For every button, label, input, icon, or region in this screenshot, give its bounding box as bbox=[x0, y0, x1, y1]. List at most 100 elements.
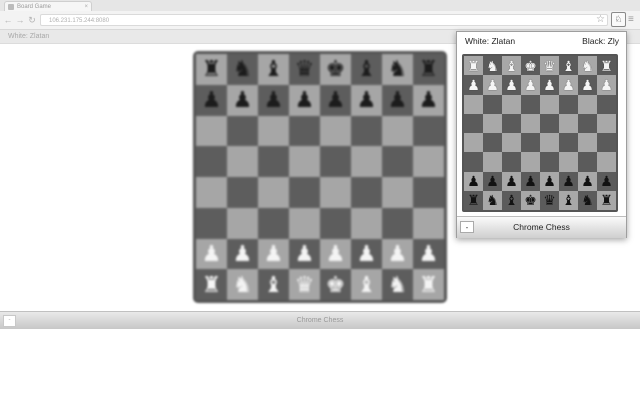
popup-board-square[interactable] bbox=[521, 152, 540, 172]
popup-board-square[interactable] bbox=[521, 113, 540, 133]
background-board-square[interactable] bbox=[196, 207, 227, 239]
background-board-square[interactable] bbox=[382, 177, 413, 208]
popup-board-square[interactable]: ♟ bbox=[521, 171, 540, 191]
background-board-square[interactable] bbox=[382, 115, 413, 147]
page-minimize-button[interactable]: - bbox=[3, 315, 16, 327]
popup-board-square[interactable] bbox=[540, 113, 559, 133]
background-board-square[interactable] bbox=[320, 146, 351, 177]
background-board-square[interactable]: ♟ bbox=[258, 238, 289, 270]
popup-board-square[interactable] bbox=[540, 152, 559, 172]
back-icon[interactable]: ← bbox=[3, 14, 13, 26]
browser-menu-icon[interactable]: ≡ bbox=[628, 14, 634, 26]
background-board-square[interactable] bbox=[351, 207, 382, 239]
popup-board-square[interactable]: ♟ bbox=[502, 75, 521, 95]
popup-board-square[interactable]: ♟ bbox=[521, 75, 540, 95]
popup-board-square[interactable] bbox=[464, 113, 483, 133]
popup-board-square[interactable] bbox=[483, 113, 502, 133]
popup-board-square[interactable] bbox=[597, 113, 616, 133]
popup-board-square[interactable] bbox=[483, 133, 502, 153]
background-board-square[interactable] bbox=[351, 177, 382, 208]
popup-board-square[interactable]: ♝ bbox=[502, 190, 521, 210]
popup-board-square[interactable]: ♟ bbox=[502, 171, 521, 191]
popup-board-square[interactable] bbox=[483, 94, 502, 114]
background-board-square[interactable]: ♛ bbox=[289, 54, 320, 85]
popup-board-square[interactable]: ♜ bbox=[464, 190, 483, 210]
background-board-square[interactable] bbox=[382, 146, 413, 177]
popup-board-square[interactable] bbox=[578, 152, 597, 172]
background-board-square[interactable] bbox=[351, 115, 382, 147]
background-board-square[interactable]: ♞ bbox=[227, 54, 258, 85]
background-board-square[interactable]: ♜ bbox=[413, 269, 444, 300]
background-board-square[interactable]: ♝ bbox=[258, 54, 289, 85]
background-board-square[interactable]: ♟ bbox=[382, 238, 413, 270]
background-board-square[interactable] bbox=[320, 207, 351, 239]
background-board-square[interactable]: ♟ bbox=[289, 84, 320, 116]
popup-board-square[interactable] bbox=[597, 94, 616, 114]
popup-board-square[interactable] bbox=[521, 133, 540, 153]
background-board-square[interactable] bbox=[351, 146, 382, 177]
background-board-square[interactable]: ♝ bbox=[258, 269, 289, 300]
popup-board-square[interactable]: ♟ bbox=[597, 75, 616, 95]
background-board-square[interactable]: ♝ bbox=[351, 54, 382, 85]
popup-board-square[interactable] bbox=[559, 152, 578, 172]
popup-board-square[interactable]: ♟ bbox=[578, 171, 597, 191]
popup-board-square[interactable] bbox=[597, 133, 616, 153]
background-board-square[interactable]: ♚ bbox=[320, 54, 351, 85]
background-board-square[interactable] bbox=[289, 177, 320, 208]
forward-icon[interactable]: → bbox=[15, 14, 25, 26]
popup-board-square[interactable] bbox=[502, 113, 521, 133]
background-board-square[interactable]: ♟ bbox=[413, 238, 444, 270]
popup-board-square[interactable]: ♞ bbox=[483, 56, 502, 76]
background-board-square[interactable]: ♝ bbox=[351, 269, 382, 300]
background-board-square[interactable] bbox=[196, 146, 227, 177]
background-board-square[interactable] bbox=[258, 146, 289, 177]
popup-board-square[interactable]: ♝ bbox=[559, 190, 578, 210]
background-board-square[interactable] bbox=[289, 115, 320, 147]
background-board-square[interactable]: ♜ bbox=[413, 54, 444, 85]
background-board-square[interactable]: ♚ bbox=[320, 269, 351, 300]
background-board-square[interactable]: ♟ bbox=[196, 238, 227, 270]
background-board-square[interactable] bbox=[258, 207, 289, 239]
popup-board-square[interactable]: ♟ bbox=[464, 75, 483, 95]
background-board-square[interactable] bbox=[258, 115, 289, 147]
background-board-square[interactable] bbox=[227, 177, 258, 208]
background-board-square[interactable] bbox=[227, 115, 258, 147]
background-board-square[interactable] bbox=[196, 177, 227, 208]
background-board-square[interactable]: ♟ bbox=[258, 84, 289, 116]
background-board-square[interactable]: ♟ bbox=[351, 238, 382, 270]
popup-board-square[interactable]: ♟ bbox=[597, 171, 616, 191]
popup-board-square[interactable]: ♜ bbox=[597, 190, 616, 210]
popup-board-square[interactable] bbox=[597, 152, 616, 172]
background-board-square[interactable]: ♟ bbox=[413, 84, 444, 116]
background-board-square[interactable] bbox=[289, 207, 320, 239]
popup-board-square[interactable] bbox=[521, 94, 540, 114]
popup-board-square[interactable]: ♟ bbox=[483, 171, 502, 191]
background-board-square[interactable] bbox=[413, 177, 444, 208]
background-board-square[interactable]: ♟ bbox=[227, 238, 258, 270]
popup-board-square[interactable] bbox=[502, 152, 521, 172]
popup-board-square[interactable] bbox=[483, 152, 502, 172]
background-board-square[interactable]: ♞ bbox=[382, 269, 413, 300]
popup-board-square[interactable]: ♛ bbox=[540, 56, 559, 76]
popup-board-square[interactable] bbox=[540, 133, 559, 153]
background-board-square[interactable] bbox=[227, 207, 258, 239]
background-board-square[interactable]: ♜ bbox=[196, 269, 227, 300]
popup-board-square[interactable] bbox=[559, 133, 578, 153]
popup-board-square[interactable]: ♚ bbox=[521, 190, 540, 210]
popup-board-square[interactable] bbox=[578, 113, 597, 133]
popup-board-square[interactable]: ♜ bbox=[464, 56, 483, 76]
popup-board-square[interactable] bbox=[464, 94, 483, 114]
popup-board-square[interactable] bbox=[464, 133, 483, 153]
popup-board-square[interactable]: ♜ bbox=[597, 56, 616, 76]
background-board-square[interactable]: ♜ bbox=[196, 54, 227, 85]
popup-board-square[interactable] bbox=[464, 152, 483, 172]
popup-board-square[interactable]: ♟ bbox=[578, 75, 597, 95]
popup-board-square[interactable]: ♛ bbox=[540, 190, 559, 210]
popup-board-square[interactable]: ♝ bbox=[502, 56, 521, 76]
background-board-square[interactable]: ♟ bbox=[196, 84, 227, 116]
background-board-square[interactable]: ♞ bbox=[382, 54, 413, 85]
popup-board-square[interactable] bbox=[502, 94, 521, 114]
popup-board-square[interactable] bbox=[559, 113, 578, 133]
popup-board-square[interactable] bbox=[559, 94, 578, 114]
popup-board-square[interactable] bbox=[502, 133, 521, 153]
